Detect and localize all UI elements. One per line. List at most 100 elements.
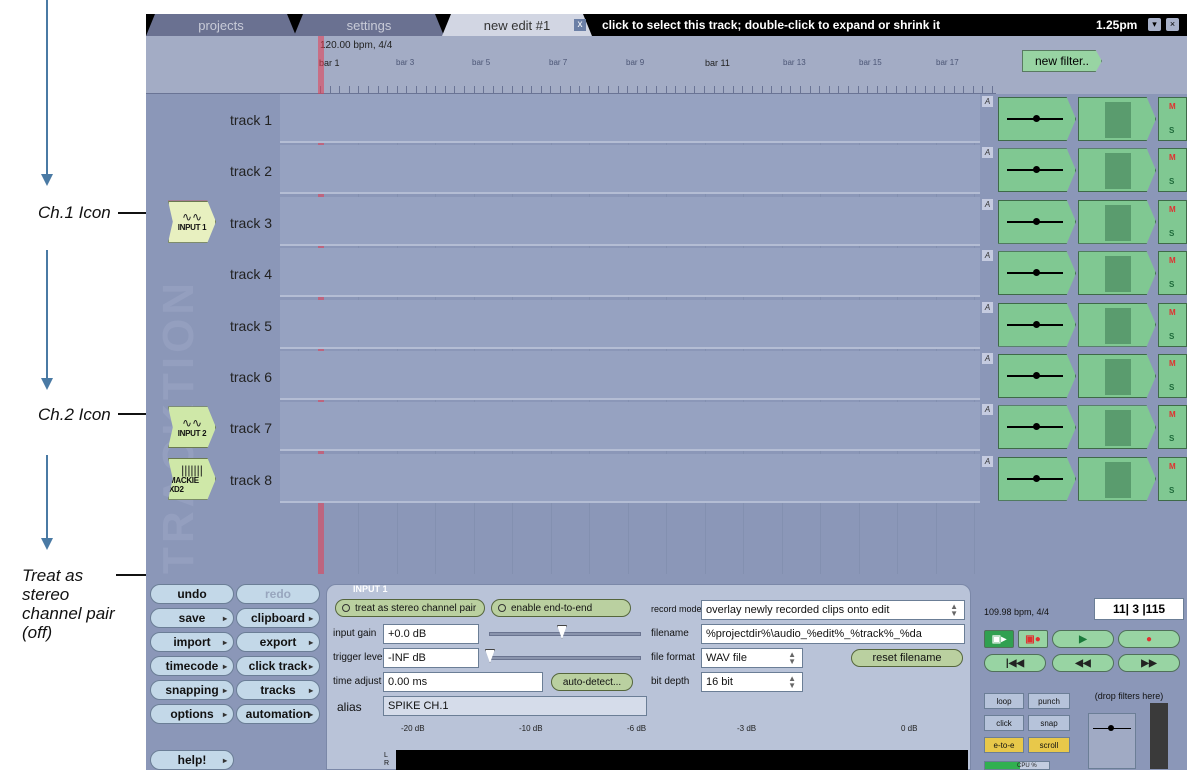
alias-field[interactable]: SPIKE CH.1 [383, 696, 647, 716]
save-button[interactable]: save ▸ [150, 608, 234, 628]
input-channel-icon[interactable]: ∿∿ INPUT 2 [168, 406, 216, 449]
tab-settings[interactable]: settings [294, 14, 444, 36]
level-meter-filter[interactable] [1078, 456, 1156, 501]
automation-icon[interactable]: A [982, 250, 993, 262]
reset-filename-button[interactable]: reset filename [851, 649, 963, 667]
track-name[interactable]: track 8 [230, 472, 272, 488]
mute-button[interactable]: M [1169, 256, 1176, 265]
level-meter-filter[interactable] [1078, 251, 1156, 296]
track-row[interactable]: ||||||| MACKIE XD2 track 8 A M S [146, 453, 1187, 505]
master-volume-fader[interactable] [1088, 713, 1136, 769]
fast-forward-button[interactable]: ▶▶ [1118, 654, 1180, 672]
track-name[interactable]: track 4 [230, 266, 272, 282]
level-meter-filter[interactable] [1078, 199, 1156, 244]
volume-pan-filter[interactable] [998, 148, 1076, 193]
track-lane[interactable] [280, 248, 980, 298]
file-format-select[interactable]: WAV file ▲ ▼ [701, 648, 803, 668]
redo-button[interactable]: redo [236, 584, 320, 604]
automation-icon[interactable]: A [982, 301, 993, 313]
automation-button[interactable]: automation ▸ [236, 704, 320, 724]
level-meter-filter[interactable] [1078, 405, 1156, 450]
track-name[interactable]: track 7 [230, 420, 272, 436]
input-gain-field[interactable]: +0.0 dB [383, 624, 479, 644]
solo-button[interactable]: S [1169, 486, 1174, 495]
automation-icon[interactable]: A [982, 198, 993, 210]
tab-projects[interactable]: projects [146, 14, 296, 36]
volume-pan-filter[interactable] [998, 302, 1076, 347]
undo-button[interactable]: undo [150, 584, 234, 604]
automation-icon[interactable]: A [982, 96, 993, 107]
track-lane[interactable] [280, 299, 980, 349]
filename-field[interactable]: %projectdir%\audio_%edit%_%track%_%da [701, 624, 965, 644]
track-row[interactable]: ∿∿ INPUT 2 track 7 A M S [146, 402, 1187, 453]
input-gain-slider[interactable] [489, 632, 641, 636]
mute-solo-control[interactable]: M S [1158, 97, 1187, 141]
track-lane[interactable] [280, 453, 980, 503]
automation-icon[interactable]: A [982, 455, 993, 467]
track-row[interactable]: track 2 A M S [146, 145, 1187, 196]
mute-solo-control[interactable]: M S [1158, 199, 1187, 244]
solo-button[interactable]: S [1169, 280, 1174, 289]
play-button[interactable]: ▶ [1052, 630, 1114, 648]
volume-pan-filter[interactable] [998, 456, 1076, 501]
automation-icon[interactable]: A [982, 147, 993, 159]
click-track-button[interactable]: click track ▸ [236, 656, 320, 676]
scroll-toggle[interactable]: scroll [1028, 737, 1070, 753]
track-row[interactable]: track 1 A M S [146, 94, 1187, 145]
tracks-button[interactable]: tracks ▸ [236, 680, 320, 700]
rewind-button[interactable]: ◀◀ [1052, 654, 1114, 672]
end-to-end-toggle[interactable]: enable end-to-end [491, 599, 631, 617]
track-name[interactable]: track 1 [230, 112, 272, 128]
timecode-button[interactable]: timecode ▸ [150, 656, 234, 676]
help-button[interactable]: help! ▸ [150, 750, 234, 770]
trigger-level-field[interactable]: -INF dB [383, 648, 479, 668]
mute-button[interactable]: M [1169, 359, 1176, 368]
track-name[interactable]: track 5 [230, 318, 272, 334]
track-row[interactable]: track 4 A M S [146, 248, 1187, 299]
window-close-icon[interactable]: × [1166, 18, 1179, 31]
volume-pan-filter[interactable] [998, 354, 1076, 398]
automation-icon[interactable]: A [982, 404, 993, 416]
snap-toggle[interactable]: snap [1028, 715, 1070, 731]
mute-button[interactable]: M [1169, 410, 1176, 419]
play-from-start-button[interactable]: ▣▸ [984, 630, 1014, 648]
track-lane[interactable] [280, 196, 980, 246]
export-button[interactable]: export ▸ [236, 632, 320, 652]
click-toggle[interactable]: click [984, 715, 1024, 731]
mute-solo-control[interactable]: M S [1158, 405, 1187, 450]
tab-new-edit[interactable]: new edit #1 [442, 14, 592, 36]
mute-button[interactable]: M [1169, 102, 1176, 111]
clipboard-button[interactable]: clipboard ▸ [236, 608, 320, 628]
track-row[interactable]: ∿∿ INPUT 1 track 3 A M S [146, 196, 1187, 248]
track-lane[interactable] [280, 351, 980, 400]
end-to-end-toggle[interactable]: e-to-e [984, 737, 1024, 753]
solo-button[interactable]: S [1169, 177, 1174, 186]
master-filter-drop-zone[interactable]: (drop filters here) [1078, 691, 1180, 770]
level-meter-filter[interactable] [1078, 148, 1156, 193]
track-name[interactable]: track 6 [230, 369, 272, 385]
options-button[interactable]: options ▸ [150, 704, 234, 724]
track-lane[interactable] [280, 145, 980, 195]
level-meter-filter[interactable] [1078, 302, 1156, 347]
mute-solo-control[interactable]: M S [1158, 148, 1187, 193]
mute-solo-control[interactable]: M S [1158, 354, 1187, 398]
track-lane[interactable] [280, 402, 980, 452]
mute-button[interactable]: M [1169, 205, 1176, 214]
level-meter-filter[interactable] [1078, 354, 1156, 398]
auto-detect-button[interactable]: auto-detect... [551, 673, 633, 691]
solo-button[interactable]: S [1169, 383, 1174, 392]
close-edit-icon[interactable]: x [574, 19, 586, 31]
punch-toggle[interactable]: punch [1028, 693, 1070, 709]
volume-pan-filter[interactable] [998, 251, 1076, 296]
solo-button[interactable]: S [1169, 126, 1174, 135]
volume-pan-filter[interactable] [998, 97, 1076, 141]
mute-solo-control[interactable]: M S [1158, 456, 1187, 501]
record-arm-button[interactable]: ▣● [1018, 630, 1048, 648]
volume-pan-filter[interactable] [998, 405, 1076, 450]
solo-button[interactable]: S [1169, 229, 1174, 238]
snapping-button[interactable]: snapping ▸ [150, 680, 234, 700]
level-meter-filter[interactable] [1078, 97, 1156, 141]
mute-solo-control[interactable]: M S [1158, 251, 1187, 296]
new-filter-button[interactable]: new filter.. [1022, 50, 1102, 72]
automation-icon[interactable]: A [982, 353, 993, 364]
